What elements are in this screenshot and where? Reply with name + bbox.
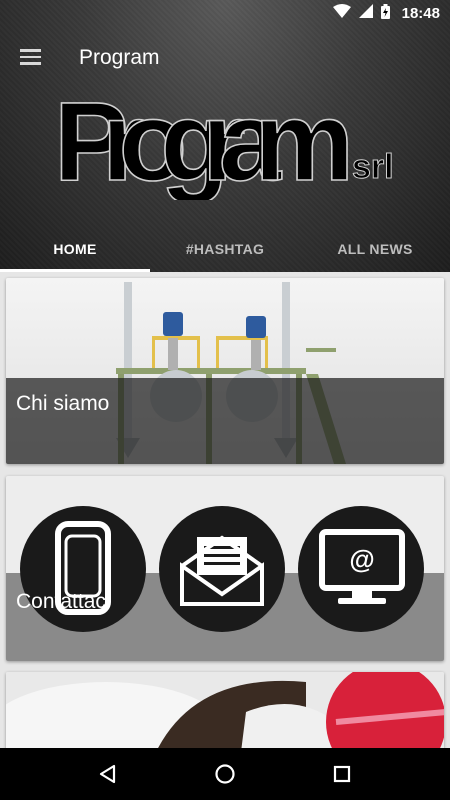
menu-line-icon <box>20 55 41 59</box>
wifi-icon <box>332 4 351 22</box>
status-bar: 18:48 <box>0 0 450 26</box>
computer-email-icon: @ <box>298 506 424 632</box>
status-time: 18:48 <box>401 4 440 22</box>
menu-line-icon <box>20 62 41 65</box>
at-symbol: @ <box>349 544 374 574</box>
system-navigation-bar <box>0 748 450 800</box>
recents-button[interactable] <box>318 750 366 798</box>
hamburger-menu-button[interactable] <box>14 42 48 72</box>
program-srl-logo: Program srl <box>52 70 402 205</box>
logo-text-p: Program <box>54 79 350 200</box>
card-chi-siamo[interactable]: Chi siamo <box>6 278 444 464</box>
menu-line-icon <box>20 49 41 52</box>
home-button[interactable] <box>201 750 249 798</box>
logo-text-srl: srl <box>352 148 394 186</box>
card-title-contattaci: Contattaci <box>16 590 111 613</box>
signal-icon <box>358 4 373 22</box>
app-title: Program <box>79 46 160 69</box>
card-contattaci[interactable]: @ Contattaci <box>6 476 444 661</box>
app-header: Program Program srl HOME #HASHTAG ALL NE… <box>0 0 450 272</box>
home-icon <box>215 764 235 784</box>
envelope-icon <box>159 506 285 632</box>
card-title-chi-siamo: Chi siamo <box>16 392 110 415</box>
tab-all-news[interactable]: ALL NEWS <box>300 226 450 272</box>
tab-home[interactable]: HOME <box>0 226 150 272</box>
card-label-band <box>6 378 444 464</box>
card-gloved-hand[interactable] <box>6 672 444 748</box>
tab-hashtag[interactable]: #HASHTAG <box>150 226 300 272</box>
battery-charging-icon <box>380 3 390 23</box>
card-list: Chi siamo @ Contattaci <box>0 272 450 748</box>
tab-bar: HOME #HASHTAG ALL NEWS <box>0 226 450 272</box>
back-button[interactable] <box>84 750 132 798</box>
back-icon <box>100 764 116 784</box>
recents-icon <box>333 765 350 783</box>
gloved-hand-image <box>6 672 444 748</box>
